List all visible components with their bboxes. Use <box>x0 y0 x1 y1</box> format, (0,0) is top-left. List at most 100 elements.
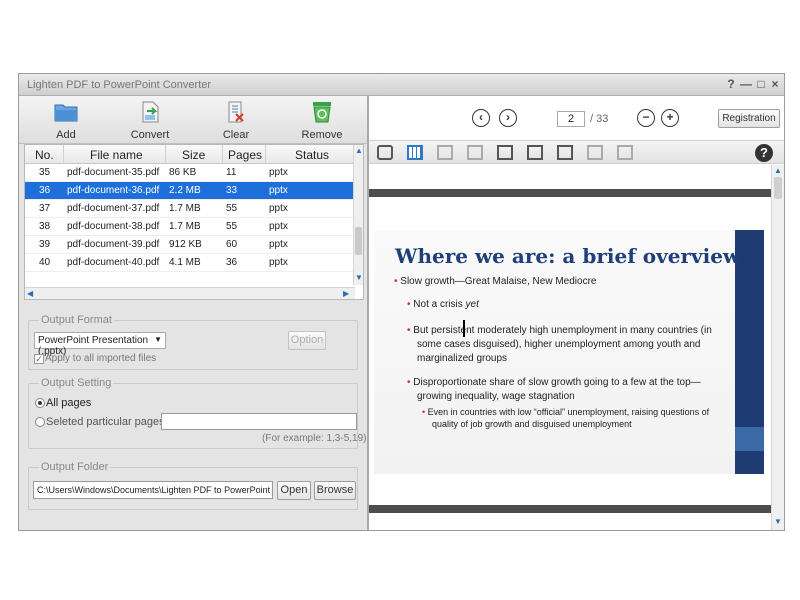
page-total: / 33 <box>590 113 609 125</box>
page-separator <box>369 505 771 513</box>
maximize-button[interactable]: □ <box>754 77 768 91</box>
cell-status: pptx <box>269 239 288 250</box>
open-button[interactable]: Open <box>277 481 311 500</box>
cell-size: 2.2 MB <box>169 185 201 196</box>
convert-label: Convert <box>130 129 170 141</box>
output-format-group: Output Format PowerPoint Presentation (.… <box>28 314 358 370</box>
page-range-example: (For example: 1,3-5,19) <box>262 433 367 444</box>
add-button[interactable]: Add <box>31 99 101 143</box>
column-icon[interactable] <box>527 145 543 160</box>
scroll-up-icon[interactable]: ▲ <box>355 146 363 155</box>
file-panel: Add Convert Clear Remove No. File name S <box>19 96 367 530</box>
scroll-left-icon[interactable]: ◀ <box>27 289 33 298</box>
registration-button[interactable]: Registration <box>718 109 780 128</box>
clear-button[interactable]: Clear <box>201 99 271 143</box>
page-nav-bar: ‹ › 2 / 33 − + Registration <box>369 96 784 140</box>
cell-name: pdf-document-39.pdf <box>67 239 160 250</box>
scroll-down-icon[interactable]: ▼ <box>774 517 782 526</box>
col-no[interactable]: No. <box>35 148 54 162</box>
minimize-button[interactable]: — <box>739 77 753 91</box>
cell-size: 1.7 MB <box>169 221 201 232</box>
scroll-up-icon[interactable]: ▲ <box>774 166 782 175</box>
table-icon[interactable] <box>617 145 633 160</box>
cell-pages: 55 <box>226 221 238 232</box>
document-view[interactable]: Where we are: a brief overview • Slow gr… <box>369 165 771 530</box>
window-title: Lighten PDF to PowerPoint Converter <box>27 79 212 91</box>
page-icon[interactable] <box>497 145 513 160</box>
output-format-title: Output Format <box>39 314 114 326</box>
slide-title: Where we are: a brief overview <box>395 244 741 268</box>
col-file-name[interactable]: File name <box>90 148 143 162</box>
apply-all-label: Apply to all imported files <box>45 353 157 364</box>
preview-panel: ‹ › 2 / 33 − + Registration ? Where we a… <box>369 96 784 530</box>
cell-status: pptx <box>269 167 288 178</box>
cell-pages: 33 <box>226 185 238 196</box>
apply-all-checkbox[interactable]: ✓ <box>34 354 44 364</box>
cell-name: pdf-document-37.pdf <box>67 203 160 214</box>
scroll-thumb[interactable] <box>355 227 362 255</box>
output-folder-title: Output Folder <box>39 461 111 473</box>
browse-button[interactable]: Browse <box>314 481 356 500</box>
table-row[interactable]: 39 pdf-document-39.pdf 912 KB 60 pptx <box>25 236 355 254</box>
output-folder-group: Output Folder C:\Users\Windows\Documents… <box>28 461 358 510</box>
page-number-input[interactable]: 2 <box>557 111 585 127</box>
table-vertical-scrollbar[interactable]: ▲ ▼ <box>353 145 363 285</box>
table-row[interactable]: 35 pdf-document-35.pdf 86 KB 11 pptx <box>25 164 355 182</box>
cell-status: pptx <box>269 185 288 196</box>
slide-bullet-3: • But persistent moderately high unemplo… <box>407 325 712 364</box>
prev-icon[interactable]: ‹ <box>472 109 490 127</box>
col-pages[interactable]: Pages <box>228 148 262 162</box>
eye-icon[interactable] <box>377 145 393 160</box>
text-cursor <box>463 320 465 337</box>
help-icon[interactable]: ? <box>724 77 738 91</box>
close-button[interactable]: × <box>768 77 782 91</box>
cell-status: pptx <box>269 257 288 268</box>
table-horizontal-scrollbar[interactable]: ◀ ▶ <box>25 287 355 299</box>
cell-name: pdf-document-38.pdf <box>67 221 160 232</box>
cell-size: 86 KB <box>169 167 197 178</box>
cell-name: pdf-document-36.pdf <box>67 185 160 196</box>
convert-icon <box>142 101 159 123</box>
slide-page: Where we are: a brief overview • Slow gr… <box>374 230 764 474</box>
col-size[interactable]: Size <box>182 148 205 162</box>
image-icon[interactable] <box>437 145 453 160</box>
cell-size: 4.1 MB <box>169 257 201 268</box>
help-circle-icon[interactable]: ? <box>755 144 773 162</box>
particular-pages-radio[interactable] <box>35 417 45 427</box>
format-select[interactable]: PowerPoint Presentation (.pptx) ▼ <box>34 332 166 357</box>
table-row[interactable]: 38 pdf-document-38.pdf 1.7 MB 55 pptx <box>25 218 355 236</box>
page-range-input[interactable] <box>161 413 357 430</box>
scroll-down-icon[interactable]: ▼ <box>355 273 363 282</box>
page-separator <box>369 189 771 197</box>
all-pages-radio[interactable] <box>35 398 45 408</box>
preview-scrollbar[interactable]: ▲ ▼ <box>771 165 784 530</box>
table-header: No. File name Size Pages Status <box>25 145 355 164</box>
blank-page-icon[interactable] <box>587 145 603 160</box>
output-path-input[interactable]: C:\Users\Windows\Documents\Lighten PDF t… <box>33 481 273 499</box>
table-row[interactable]: 37 pdf-document-37.pdf 1.7 MB 55 pptx <box>25 200 355 218</box>
cell-name: pdf-document-40.pdf <box>67 257 160 268</box>
cell-pages: 60 <box>226 239 238 250</box>
zoom-in-icon[interactable]: + <box>661 109 679 127</box>
page-remove-icon[interactable] <box>557 145 573 160</box>
image-remove-icon[interactable] <box>467 145 483 160</box>
particular-pages-label: Seleted particular pages <box>46 416 165 428</box>
cell-status: pptx <box>269 221 288 232</box>
slide-bullet-2: • Not a crisis yet <box>407 299 479 310</box>
slide-bullet-1: • Slow growth—Great Malaise, New Mediocr… <box>394 276 597 287</box>
scroll-right-icon[interactable]: ▶ <box>343 289 349 298</box>
cell-name: pdf-document-35.pdf <box>67 167 160 178</box>
col-status[interactable]: Status <box>295 148 329 162</box>
cell-no: 37 <box>39 203 51 214</box>
table-row[interactable]: 40 pdf-document-40.pdf 4.1 MB 36 pptx <box>25 254 355 272</box>
zoom-out-icon[interactable]: − <box>637 109 655 127</box>
option-button[interactable]: Option <box>288 331 326 350</box>
cell-status: pptx <box>269 203 288 214</box>
remove-button[interactable]: Remove <box>287 99 357 143</box>
convert-button[interactable]: Convert <box>115 99 185 143</box>
table-row-selected[interactable]: 36 pdf-document-36.pdf 2.2 MB 33 pptx <box>25 182 355 200</box>
grid-view-icon[interactable] <box>407 145 423 160</box>
next-icon[interactable]: › <box>499 109 517 127</box>
cell-no: 38 <box>39 221 51 232</box>
scroll-thumb[interactable] <box>774 177 782 199</box>
